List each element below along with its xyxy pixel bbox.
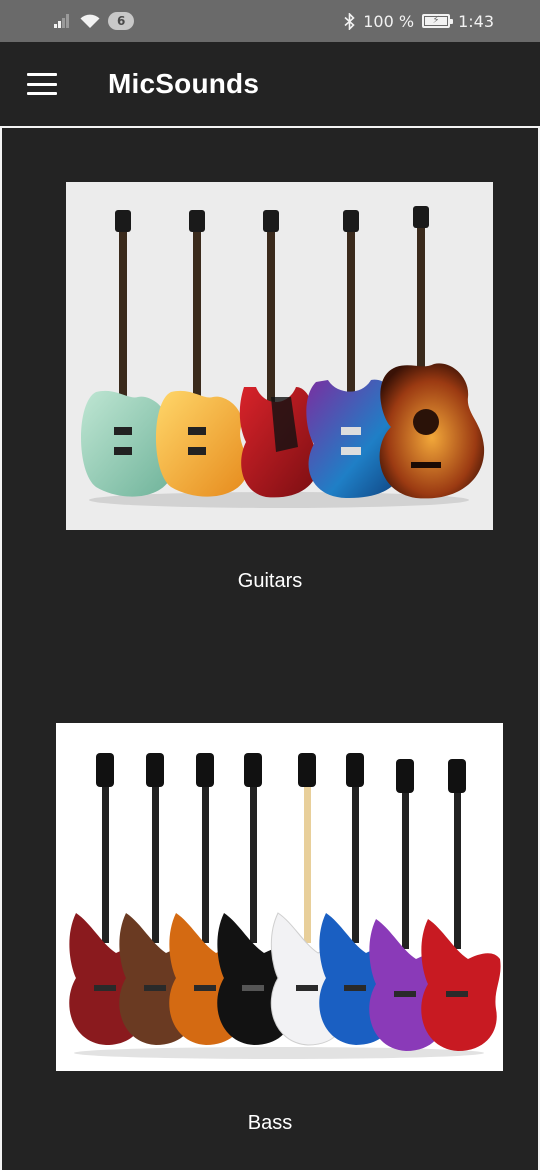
status-right: 100 % ⚡ 1:43 <box>344 12 494 31</box>
signal-icon <box>54 14 69 28</box>
notification-count-badge: 6 <box>108 12 135 30</box>
bluetooth-icon <box>344 12 355 30</box>
battery-icon: ⚡ <box>422 14 454 28</box>
battery-percent: 100 % <box>363 11 415 31</box>
bass-photo[interactable] <box>56 723 503 1071</box>
app-bar: MicSounds <box>0 42 540 126</box>
category-list[interactable]: Guitars Bass <box>0 126 540 1170</box>
app-title: MicSounds <box>108 68 260 99</box>
status-bar: 6 100 % ⚡ 1:43 <box>0 0 540 42</box>
category-card-bass[interactable]: Bass <box>2 668 538 1148</box>
wifi-icon <box>80 14 100 28</box>
category-card-guitars[interactable]: Guitars <box>2 128 538 608</box>
clock: 1:43 <box>458 11 494 31</box>
guitars-photo[interactable] <box>66 182 493 530</box>
category-label-guitars: Guitars <box>237 570 303 592</box>
hamburger-menu-icon[interactable] <box>27 73 57 95</box>
category-label-bass: Bass <box>247 1112 293 1134</box>
status-left: 6 <box>54 12 135 30</box>
